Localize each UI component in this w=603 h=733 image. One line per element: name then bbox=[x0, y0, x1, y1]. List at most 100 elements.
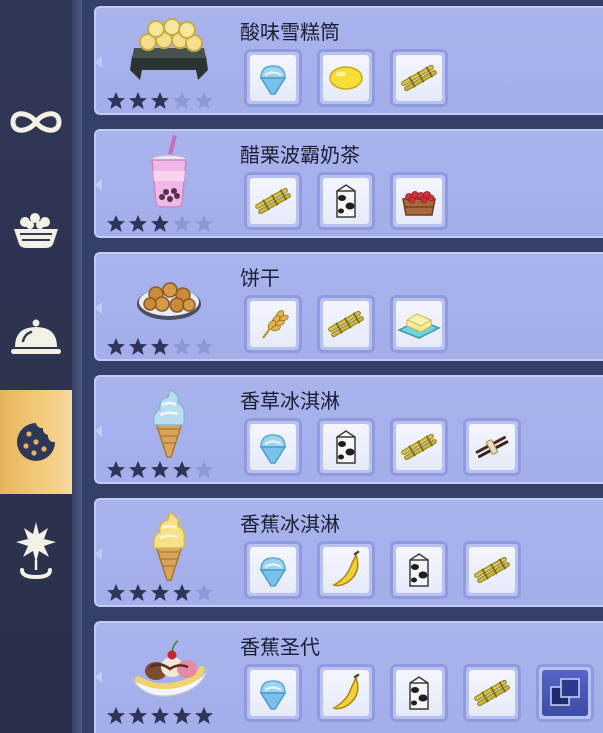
star-empty-icon bbox=[172, 214, 192, 234]
butter-icon bbox=[396, 301, 442, 347]
tab-desserts[interactable] bbox=[0, 390, 72, 494]
biscuit-plate-icon bbox=[126, 258, 212, 336]
star-filled-icon bbox=[106, 91, 126, 111]
recipe-card[interactable]: 香蕉圣代 bbox=[94, 621, 603, 733]
sugarcane-icon bbox=[469, 547, 515, 593]
star-filled-icon bbox=[106, 706, 126, 726]
star-filled-icon bbox=[106, 460, 126, 480]
star-empty-icon bbox=[194, 337, 214, 357]
wheat-icon bbox=[250, 301, 296, 347]
star-filled-icon bbox=[106, 583, 126, 603]
shaved-ice-icon bbox=[250, 55, 296, 101]
ingredient-slot[interactable] bbox=[244, 418, 302, 476]
star-rating bbox=[106, 583, 214, 603]
gooseberry-crate-icon bbox=[396, 178, 442, 224]
card-notch bbox=[95, 548, 103, 560]
star-filled-icon bbox=[150, 706, 170, 726]
cloche-icon bbox=[9, 317, 63, 357]
sugarcane-icon bbox=[396, 55, 442, 101]
ingredient-slot[interactable] bbox=[463, 541, 521, 599]
star-filled-icon bbox=[150, 337, 170, 357]
recipe-card[interactable]: 饼干 bbox=[94, 252, 603, 361]
recipe-name: 香蕉冰淇淋 bbox=[240, 512, 340, 536]
ingredient-slot[interactable] bbox=[317, 418, 375, 476]
milk-carton-icon bbox=[396, 670, 442, 716]
ingredient-slot[interactable] bbox=[390, 49, 448, 107]
card-notch bbox=[95, 302, 103, 314]
sugarcane-icon bbox=[396, 424, 442, 470]
milk-carton-icon bbox=[323, 178, 369, 224]
recipe-card[interactable]: 酸味雪糕筒 bbox=[94, 6, 603, 115]
tab-snacks[interactable] bbox=[0, 178, 72, 282]
infinity-icon bbox=[7, 108, 65, 136]
recipe-name: 醋栗波霸奶茶 bbox=[240, 143, 360, 167]
recipe-card[interactable]: 香蕉冰淇淋 bbox=[94, 498, 603, 607]
ingredient-list bbox=[244, 418, 521, 476]
star-filled-icon bbox=[172, 460, 192, 480]
tab-dishes[interactable] bbox=[0, 285, 72, 389]
ingredient-slot[interactable] bbox=[390, 664, 448, 722]
ingredient-slot[interactable] bbox=[317, 172, 375, 230]
ingredient-slot[interactable] bbox=[244, 295, 302, 353]
milk-carton-icon bbox=[323, 424, 369, 470]
recipe-name: 饼干 bbox=[240, 266, 280, 290]
star-filled-icon bbox=[106, 337, 126, 357]
card-notch bbox=[95, 179, 103, 191]
cube-item-icon bbox=[542, 670, 588, 716]
sugarcane-icon bbox=[250, 178, 296, 224]
star-filled-icon bbox=[128, 214, 148, 234]
star-rating bbox=[106, 706, 214, 726]
star-filled-icon bbox=[128, 91, 148, 111]
vanilla-ice-cream-icon bbox=[126, 381, 212, 459]
ingredient-slot[interactable] bbox=[390, 295, 448, 353]
ingredient-list bbox=[244, 172, 448, 230]
bubble-tea-icon bbox=[126, 135, 212, 213]
ingredient-slot[interactable] bbox=[244, 664, 302, 722]
star-rating bbox=[106, 214, 214, 234]
recipe-card[interactable]: 香草冰淇淋 bbox=[94, 375, 603, 484]
recipe-name: 酸味雪糕筒 bbox=[240, 20, 340, 44]
star-filled-icon bbox=[194, 706, 214, 726]
ingredient-slot[interactable] bbox=[463, 664, 521, 722]
recipe-card[interactable]: 醋栗波霸奶茶 bbox=[94, 129, 603, 238]
star-empty-icon bbox=[172, 91, 192, 111]
star-filled-icon bbox=[150, 214, 170, 234]
star-location-icon bbox=[14, 520, 58, 580]
sidebar-divider bbox=[72, 0, 82, 733]
ingredient-list bbox=[244, 49, 448, 107]
star-empty-icon bbox=[194, 583, 214, 603]
ingredient-slot[interactable] bbox=[390, 418, 448, 476]
ingredient-slot[interactable] bbox=[317, 541, 375, 599]
shaved-ice-icon bbox=[250, 670, 296, 716]
star-filled-icon bbox=[172, 583, 192, 603]
ingredient-slot[interactable] bbox=[244, 541, 302, 599]
sugarcane-icon bbox=[323, 301, 369, 347]
star-rating bbox=[106, 91, 214, 111]
milk-carton-icon bbox=[396, 547, 442, 593]
recipe-name: 香蕉圣代 bbox=[240, 635, 320, 659]
star-filled-icon bbox=[150, 583, 170, 603]
star-rating bbox=[106, 337, 214, 357]
banana-ice-cream-icon bbox=[126, 504, 212, 582]
ingredient-slot[interactable] bbox=[317, 49, 375, 107]
ingredient-slot[interactable] bbox=[536, 664, 594, 722]
star-filled-icon bbox=[128, 337, 148, 357]
card-notch bbox=[95, 671, 103, 683]
star-rating bbox=[106, 460, 214, 480]
star-filled-icon bbox=[172, 706, 192, 726]
star-filled-icon bbox=[128, 460, 148, 480]
ingredient-slot[interactable] bbox=[390, 172, 448, 230]
ingredient-slot[interactable] bbox=[317, 295, 375, 353]
cone-tray-icon bbox=[126, 12, 212, 90]
ingredient-slot[interactable] bbox=[317, 664, 375, 722]
ingredient-slot[interactable] bbox=[463, 418, 521, 476]
tab-all[interactable] bbox=[0, 70, 72, 174]
ingredient-slot[interactable] bbox=[390, 541, 448, 599]
ingredient-slot[interactable] bbox=[244, 172, 302, 230]
star-empty-icon bbox=[172, 337, 192, 357]
sugarcane-icon bbox=[469, 670, 515, 716]
cookie-icon bbox=[14, 420, 58, 464]
ingredient-slot[interactable] bbox=[244, 49, 302, 107]
star-filled-icon bbox=[128, 583, 148, 603]
tab-special[interactable] bbox=[0, 498, 72, 602]
